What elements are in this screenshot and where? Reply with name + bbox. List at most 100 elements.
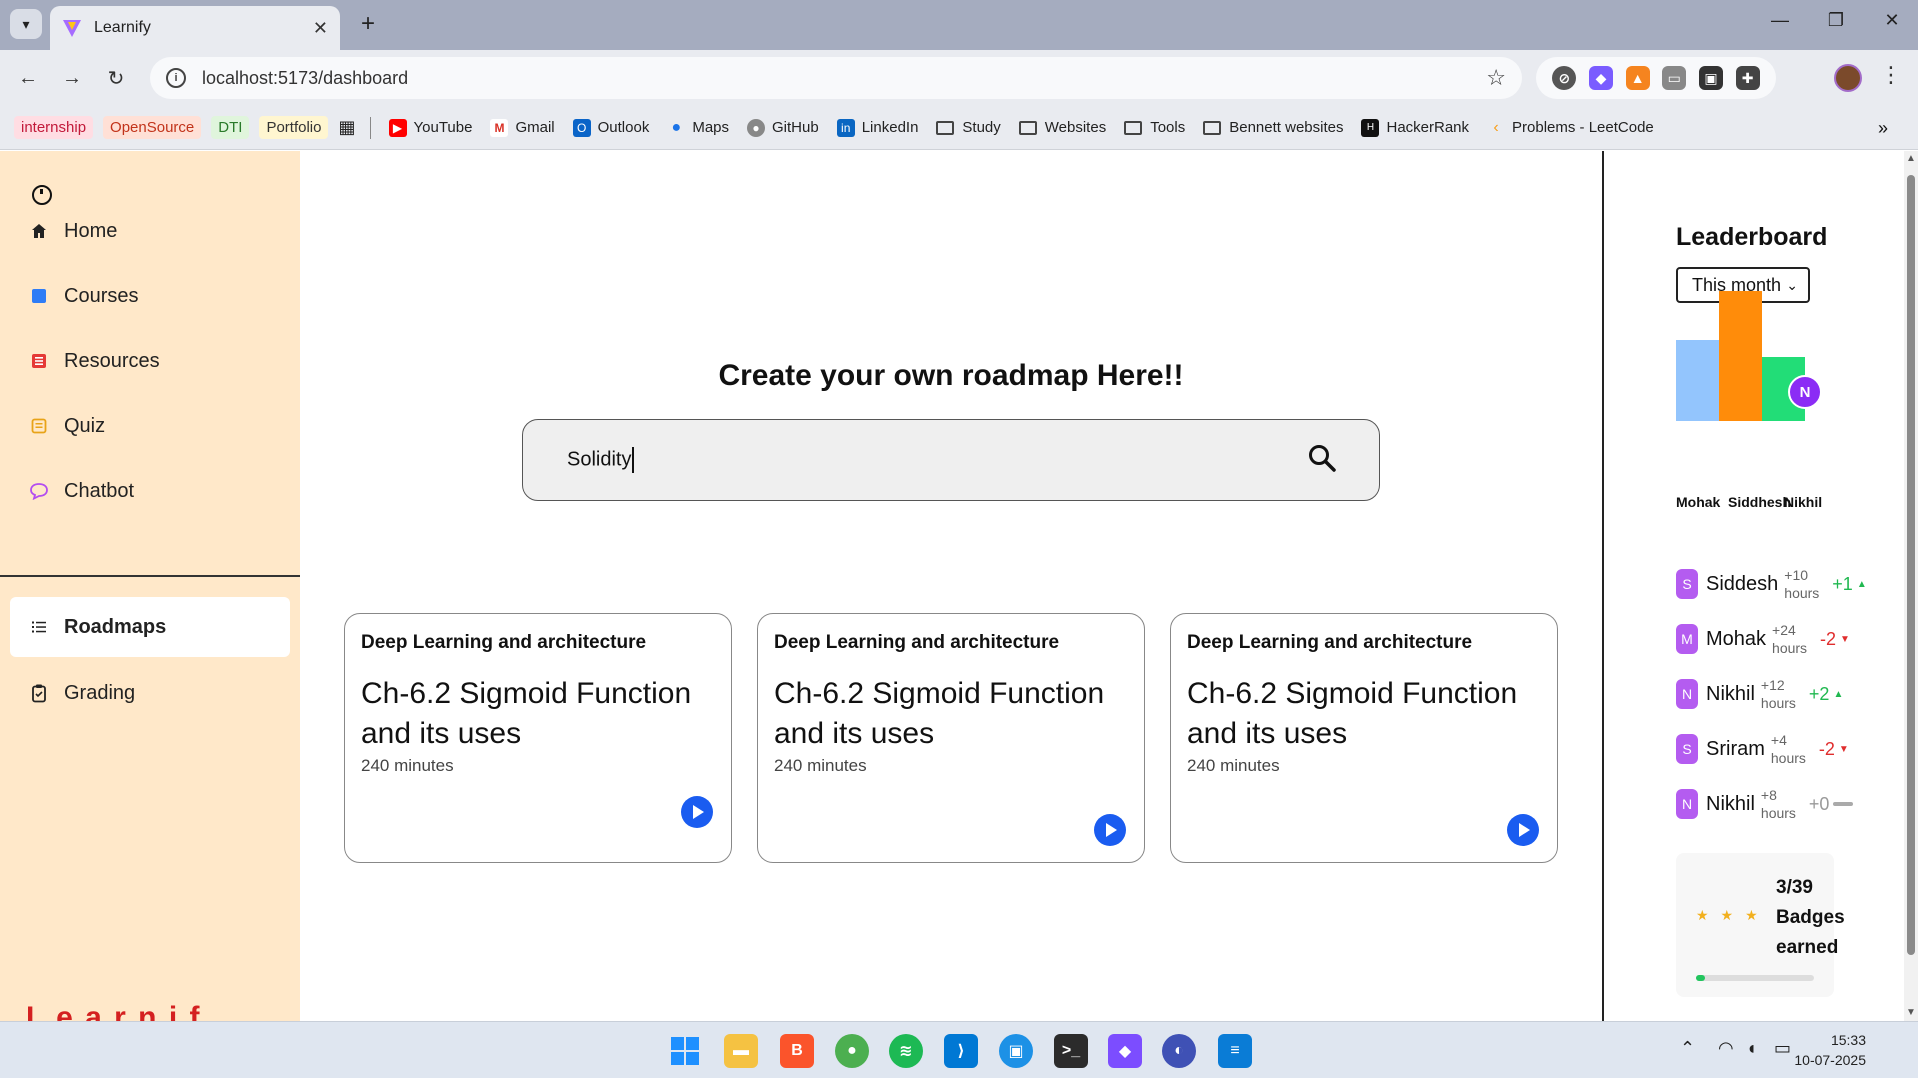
gmail-icon: M [490,118,509,137]
window-close-icon[interactable]: ✕ [1872,10,1912,31]
badges-text: 3/39 Badges earned [1776,873,1845,963]
bookmark-portfolio[interactable]: Portfolio [259,116,329,139]
sidebar-item-roadmaps[interactable]: Roadmaps [10,597,290,657]
badges-progress-fill [1696,975,1706,981]
more-bookmarks-icon[interactable]: » [1878,118,1888,139]
cast-icon[interactable]: ▣ [1698,66,1723,90]
page-scrollbar[interactable]: ▲ ▼ [1904,151,1918,1021]
bookmark-dti[interactable]: DTI [211,116,250,139]
bookmark-gmail[interactable]: M Gmail [490,118,555,137]
volume-icon[interactable]: ◖ [1746,1038,1757,1059]
hours-value: +8 [1760,787,1777,803]
wifi-icon[interactable]: ◠ [1718,1038,1734,1059]
new-tab-button[interactable]: + [352,8,384,40]
bookmark-hackerrank[interactable]: H HackerRank [1361,118,1469,137]
bookmark-linkedin[interactable]: in LinkedIn [836,118,918,137]
bookmark-label: Websites [1044,119,1107,136]
caret-up-icon: ▲ [1833,688,1844,700]
sidebar-item-label: Quiz [64,414,106,437]
back-icon[interactable]: ← [12,62,44,94]
sidebar-item-chatbot[interactable]: Chatbot [10,463,290,519]
extension-1-icon[interactable]: ⊘ [1552,66,1577,90]
battery-icon[interactable]: ▭ [1774,1038,1791,1059]
vite-favicon-icon [63,20,81,37]
card-duration: 240 minutes [361,756,454,775]
search-input[interactable]: Solidity [567,447,1307,473]
vscode-icon[interactable]: ⟩ [944,1034,978,1068]
forward-icon[interactable]: → [56,62,88,94]
scroll-down-icon[interactable]: ▼ [1906,1007,1916,1018]
metamask-icon[interactable]: ▲ [1625,66,1650,90]
windows-start-icon[interactable] [668,1034,702,1068]
browser-menu-icon[interactable]: ⋮ [1880,62,1902,88]
roadmap-search-box[interactable]: Solidity [522,419,1380,501]
reload-icon[interactable]: ↻ [100,62,132,94]
bookmark-outlook[interactable]: O Outlook [572,118,649,137]
omnibox[interactable]: i localhost:5173/dashboard ☆ [150,57,1522,99]
docker-icon[interactable]: ▣ [999,1034,1033,1068]
brave-browser-icon[interactable]: B [780,1034,814,1068]
extension-4-icon[interactable]: ▭ [1662,66,1687,90]
bookmark-maps[interactable]: ● Maps [667,119,729,137]
bookmark-folder-websites[interactable]: Websites [1018,119,1107,136]
sidebar-item-home[interactable]: Home [10,203,290,259]
extensions-puzzle-icon[interactable]: ✚ [1735,66,1760,90]
apps-grid-icon[interactable]: ▦ [338,117,355,138]
tab-list-button[interactable]: ▾ [10,9,42,39]
spotify-icon[interactable]: ≋ [889,1034,923,1068]
card-category: Deep Learning and architecture [1187,632,1473,653]
bookmark-folder-bennett[interactable]: Bennett websites [1203,119,1343,136]
bookmark-folder-study[interactable]: Study [936,119,1001,136]
bookmark-opensource[interactable]: OpenSource [103,116,202,139]
roadmap-card[interactable]: Deep Learning and architecture Ch-6.2 Si… [1170,613,1558,863]
card-category: Deep Learning and architecture [774,632,1060,653]
extension-2-icon[interactable]: ◆ [1588,66,1613,90]
bookmark-github[interactable]: ● GitHub [747,118,819,137]
sidebar-item-courses[interactable]: Courses [10,268,290,324]
minimize-icon[interactable]: — [1760,10,1800,31]
bookmark-internship[interactable]: internship [14,116,94,139]
play-button[interactable] [681,796,713,828]
browser-tab-learnify[interactable]: Learnify ✕ [50,6,340,50]
sidebar-item-label: Grading [64,681,136,704]
leaderboard-hours: +24 hours [1772,621,1816,657]
play-button[interactable] [1094,814,1126,846]
site-info-icon[interactable]: i [166,68,186,88]
scroll-up-icon[interactable]: ▲ [1906,153,1916,164]
sidebar-item-quiz[interactable]: Quiz [10,398,290,454]
url-text[interactable]: localhost:5173/dashboard [202,68,1486,89]
search-icon[interactable] [1307,443,1337,478]
roadmap-card[interactable]: Deep Learning and architecture Ch-6.2 Si… [757,613,1145,863]
avatar: S [1676,734,1698,764]
tray-overflow-icon[interactable]: ⌃ [1680,1038,1695,1059]
bookmark-star-icon[interactable]: ☆ [1486,65,1506,91]
badges-label: Badges [1776,907,1845,928]
chrome-icon[interactable]: ● [835,1034,869,1068]
sidebar: Home Courses Resources Quiz Chatbot Road… [0,151,300,1021]
bookmark-youtube[interactable]: ▶ YouTube [388,118,473,137]
file-explorer-icon[interactable]: ▬ [724,1034,758,1068]
leaderboard-row: N Nikhil +8 hours +0 [1676,782,1854,826]
roadmap-card[interactable]: Deep Learning and architecture Ch-6.2 Si… [344,613,732,863]
badges-progress-track [1696,975,1814,981]
notepad-icon[interactable]: ≡ [1218,1034,1252,1068]
bookmark-leetcode[interactable]: ‹ Problems - LeetCode [1487,119,1653,137]
system-clock[interactable]: 15:33 10-07-2025 [1794,1030,1866,1070]
leaderboard-panel: Leaderboard This month ⌄ N Mohak Siddhes… [1602,151,1918,1021]
sidebar-item-grading[interactable]: Grading [10,665,290,721]
list-icon [28,616,50,638]
chevron-down-icon: ⌄ [1786,276,1798,293]
play-icon [1519,823,1530,837]
logo-icon[interactable] [32,185,52,205]
profile-avatar[interactable] [1834,64,1862,92]
bookmark-folder-tools[interactable]: Tools [1124,119,1185,136]
obsidian-icon[interactable]: ◆ [1108,1034,1142,1068]
scrollbar-thumb[interactable] [1907,175,1915,955]
terminal-icon[interactable]: >_ [1054,1034,1088,1068]
close-tab-icon[interactable]: ✕ [313,18,328,39]
sidebar-item-resources[interactable]: Resources [10,333,290,389]
play-button[interactable] [1507,814,1539,846]
app-icon[interactable]: ◐ [1162,1034,1196,1068]
restore-icon[interactable]: ❐ [1816,10,1856,31]
bookmark-label: YouTube [413,119,473,136]
